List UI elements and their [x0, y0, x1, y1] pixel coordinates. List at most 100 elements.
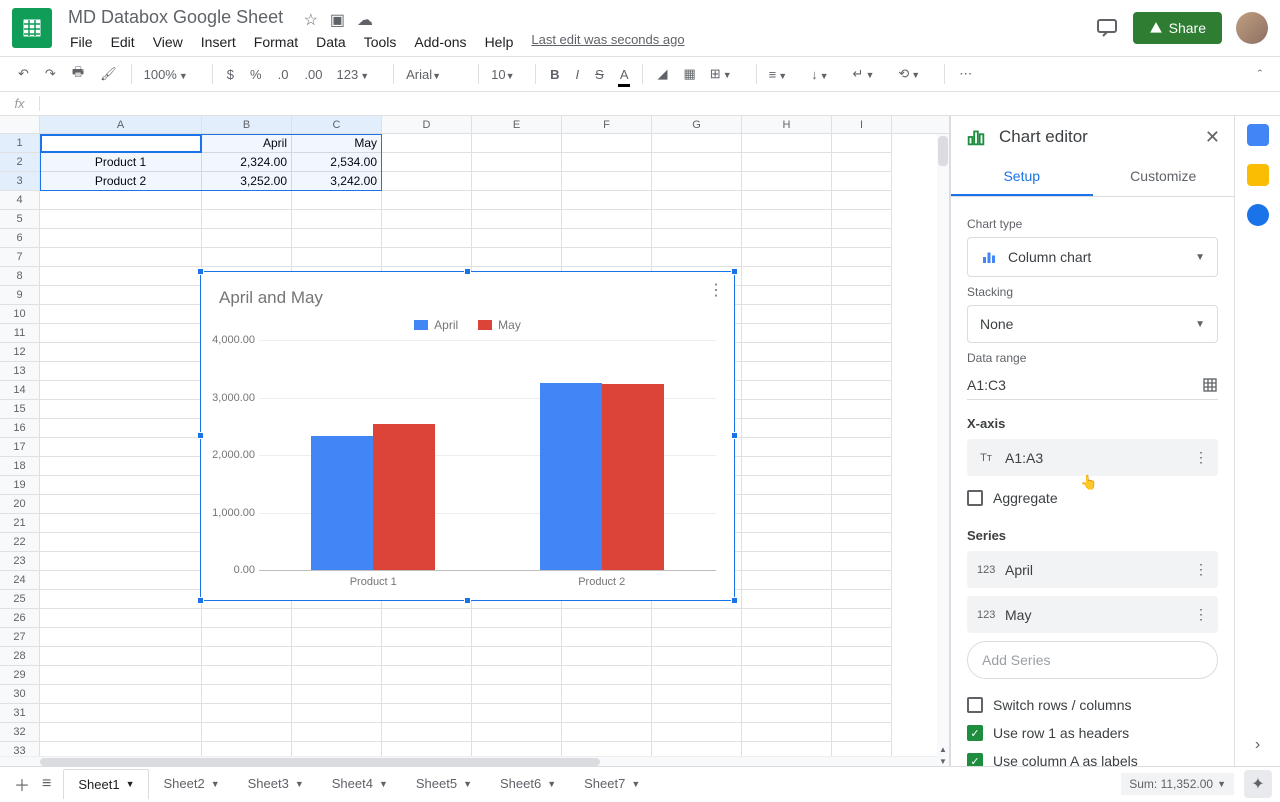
cell-H27[interactable]: [742, 628, 832, 647]
expand-side-panel-icon[interactable]: ›: [1255, 736, 1260, 754]
select-range-icon[interactable]: [1202, 377, 1218, 393]
cell-I31[interactable]: [832, 704, 892, 723]
sheet-tab-sheet6[interactable]: Sheet6▼: [486, 769, 570, 799]
explore-button[interactable]: ✦: [1244, 770, 1272, 798]
cell-B32[interactable]: [202, 723, 292, 742]
col-header-C[interactable]: C: [292, 116, 382, 133]
row-header-22[interactable]: 22: [0, 533, 40, 552]
strikethrough-button[interactable]: S: [589, 63, 610, 86]
cell-F4[interactable]: [562, 191, 652, 210]
cell-E1[interactable]: [472, 134, 562, 153]
cell-A8[interactable]: [40, 267, 202, 286]
cell-H10[interactable]: [742, 305, 832, 324]
cell-F1[interactable]: [562, 134, 652, 153]
cell-A2[interactable]: Product 1: [40, 153, 202, 172]
cell-A12[interactable]: [40, 343, 202, 362]
cell-C7[interactable]: [292, 248, 382, 267]
cell-H14[interactable]: [742, 381, 832, 400]
cell-A13[interactable]: [40, 362, 202, 381]
cell-I4[interactable]: [832, 191, 892, 210]
menu-data[interactable]: Data: [308, 32, 354, 52]
cell-E2[interactable]: [472, 153, 562, 172]
cell-F28[interactable]: [562, 647, 652, 666]
cell-I7[interactable]: [832, 248, 892, 267]
cell-F2[interactable]: [562, 153, 652, 172]
cell-E28[interactable]: [472, 647, 562, 666]
cell-I14[interactable]: [832, 381, 892, 400]
cell-C1[interactable]: May: [292, 134, 382, 153]
cell-I11[interactable]: [832, 324, 892, 343]
chart-resize-handle[interactable]: [197, 432, 204, 439]
close-icon[interactable]: ✕: [1205, 127, 1220, 148]
cell-H2[interactable]: [742, 153, 832, 172]
row-header-18[interactable]: 18: [0, 457, 40, 476]
collapse-toolbar-button[interactable]: ˆ: [1252, 63, 1268, 86]
cell-D5[interactable]: [382, 210, 472, 229]
sheet-tab-sheet3[interactable]: Sheet3▼: [234, 769, 318, 799]
cell-F3[interactable]: [562, 172, 652, 191]
xaxis-range-chip[interactable]: Tᴛ A1:A3 ⋮: [967, 439, 1218, 476]
sheets-logo[interactable]: [12, 8, 52, 48]
cell-B30[interactable]: [202, 685, 292, 704]
star-icon[interactable]: ☆: [304, 10, 318, 30]
cell-H31[interactable]: [742, 704, 832, 723]
horizontal-align-button[interactable]: ≡▼: [765, 65, 804, 84]
row-header-3[interactable]: 3: [0, 172, 40, 191]
cell-D27[interactable]: [382, 628, 472, 647]
cell-A19[interactable]: [40, 476, 202, 495]
cell-A16[interactable]: [40, 419, 202, 438]
text-color-button[interactable]: A: [614, 63, 635, 86]
comments-icon[interactable]: [1095, 16, 1119, 40]
cell-E27[interactable]: [472, 628, 562, 647]
cell-F5[interactable]: [562, 210, 652, 229]
row-header-9[interactable]: 9: [0, 286, 40, 305]
cell-G6[interactable]: [652, 229, 742, 248]
cell-D29[interactable]: [382, 666, 472, 685]
cell-A5[interactable]: [40, 210, 202, 229]
cell-A17[interactable]: [40, 438, 202, 457]
sheet-tab-sheet1[interactable]: Sheet1▼: [63, 769, 149, 799]
cell-B27[interactable]: [202, 628, 292, 647]
row-header-4[interactable]: 4: [0, 191, 40, 210]
stacking-select[interactable]: None▼: [967, 305, 1218, 343]
cell-A32[interactable]: [40, 723, 202, 742]
cell-A22[interactable]: [40, 533, 202, 552]
aggregate-checkbox[interactable]: Aggregate: [967, 484, 1218, 512]
cell-I3[interactable]: [832, 172, 892, 191]
bold-button[interactable]: B: [544, 63, 565, 86]
cell-A15[interactable]: [40, 400, 202, 419]
menu-edit[interactable]: Edit: [103, 32, 143, 52]
more-icon[interactable]: ⋮: [1194, 561, 1208, 578]
cell-D32[interactable]: [382, 723, 472, 742]
chart-type-select[interactable]: Column chart▼: [967, 237, 1218, 277]
cell-D6[interactable]: [382, 229, 472, 248]
cell-H20[interactable]: [742, 495, 832, 514]
document-title[interactable]: MD Databox Google Sheet: [62, 5, 289, 30]
add-sheet-button[interactable]: ＋: [8, 766, 36, 802]
cell-H30[interactable]: [742, 685, 832, 704]
cell-D30[interactable]: [382, 685, 472, 704]
cell-E5[interactable]: [472, 210, 562, 229]
chart-resize-handle[interactable]: [197, 268, 204, 275]
menu-file[interactable]: File: [62, 32, 101, 52]
cell-D4[interactable]: [382, 191, 472, 210]
cell-G32[interactable]: [652, 723, 742, 742]
row-header-12[interactable]: 12: [0, 343, 40, 362]
italic-button[interactable]: I: [570, 63, 586, 86]
cell-E4[interactable]: [472, 191, 562, 210]
data-range-input[interactable]: A1:C3: [967, 377, 1202, 393]
cell-C27[interactable]: [292, 628, 382, 647]
cell-A28[interactable]: [40, 647, 202, 666]
cell-A31[interactable]: [40, 704, 202, 723]
cell-A20[interactable]: [40, 495, 202, 514]
cell-I1[interactable]: [832, 134, 892, 153]
cell-C6[interactable]: [292, 229, 382, 248]
embedded-chart[interactable]: ⋮ April and May AprilMay 4,000.003,000.0…: [200, 271, 735, 601]
cell-I27[interactable]: [832, 628, 892, 647]
keep-icon[interactable]: [1247, 164, 1269, 186]
cell-I9[interactable]: [832, 286, 892, 305]
row-header-20[interactable]: 20: [0, 495, 40, 514]
cell-I20[interactable]: [832, 495, 892, 514]
more-icon[interactable]: ⋮: [1194, 449, 1208, 466]
cell-I24[interactable]: [832, 571, 892, 590]
